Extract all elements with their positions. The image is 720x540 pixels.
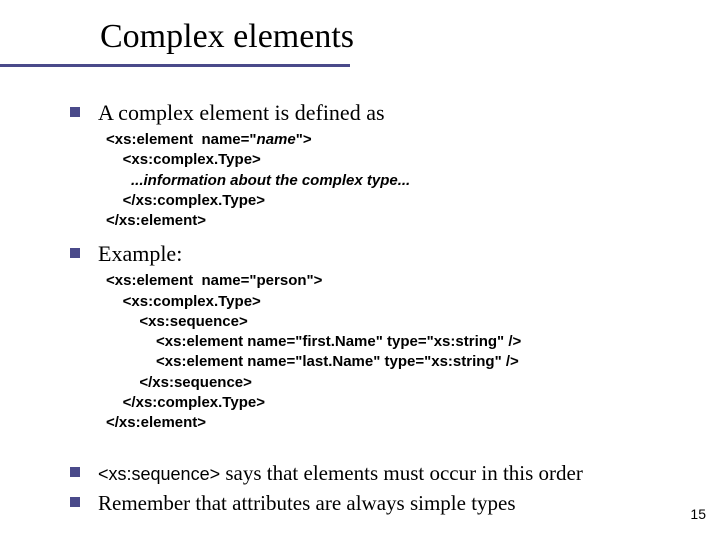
- bullet-4: Remember that attributes are always simp…: [70, 490, 700, 516]
- title-underline: [0, 64, 350, 67]
- bullet-4-text: Remember that attributes are always simp…: [98, 490, 700, 516]
- bullet-3: <xs:sequence> says that elements must oc…: [70, 460, 700, 486]
- code2-l2: <xs:complex.Type>: [106, 293, 261, 310]
- bullet-2: Example:: [70, 241, 690, 267]
- code1-l1b: name: [257, 131, 296, 148]
- slide: Complex elements A complex element is de…: [0, 0, 720, 540]
- square-bullet-icon: [70, 467, 80, 477]
- slide-title: Complex elements: [100, 18, 354, 56]
- code1-l2: <xs:complex.Type>: [106, 151, 261, 168]
- code2-l1: <xs:element name="person">: [106, 272, 322, 289]
- code-block-2: <xs:element name="person"> <xs:complex.T…: [106, 271, 690, 433]
- bullet-2-text: Example:: [98, 241, 690, 267]
- slide-body: A complex element is defined as <xs:elem…: [70, 100, 690, 443]
- code2-l8: </xs:element>: [106, 414, 206, 431]
- bottom-bullets: <xs:sequence> says that elements must oc…: [70, 460, 700, 521]
- square-bullet-icon: [70, 497, 80, 507]
- bullet-3-code: <xs:sequence>: [98, 464, 220, 484]
- code2-l4: <xs:element name="first.Name" type="xs:s…: [106, 333, 521, 350]
- bullet-1: A complex element is defined as: [70, 100, 690, 126]
- code-block-1: <xs:element name="name"> <xs:complex.Typ…: [106, 130, 690, 231]
- bullet-3-text: <xs:sequence> says that elements must oc…: [98, 460, 700, 486]
- code1-l1a: <xs:element name=": [106, 131, 257, 148]
- code1-l4: </xs:complex.Type>: [106, 192, 265, 209]
- bullet-3-tail: says that elements must occur in this or…: [220, 461, 583, 485]
- code2-l3: <xs:sequence>: [106, 313, 248, 330]
- square-bullet-icon: [70, 107, 80, 117]
- code1-l3: ...information about the complex type...: [106, 172, 410, 189]
- page-number: 15: [690, 506, 706, 522]
- code1-l5: </xs:element>: [106, 212, 206, 229]
- square-bullet-icon: [70, 248, 80, 258]
- code2-l7: </xs:complex.Type>: [106, 394, 265, 411]
- code2-l5: <xs:element name="last.Name" type="xs:st…: [106, 353, 519, 370]
- code2-l6: </xs:sequence>: [106, 374, 252, 391]
- code1-l1c: ">: [296, 131, 312, 148]
- bullet-1-text: A complex element is defined as: [98, 100, 690, 126]
